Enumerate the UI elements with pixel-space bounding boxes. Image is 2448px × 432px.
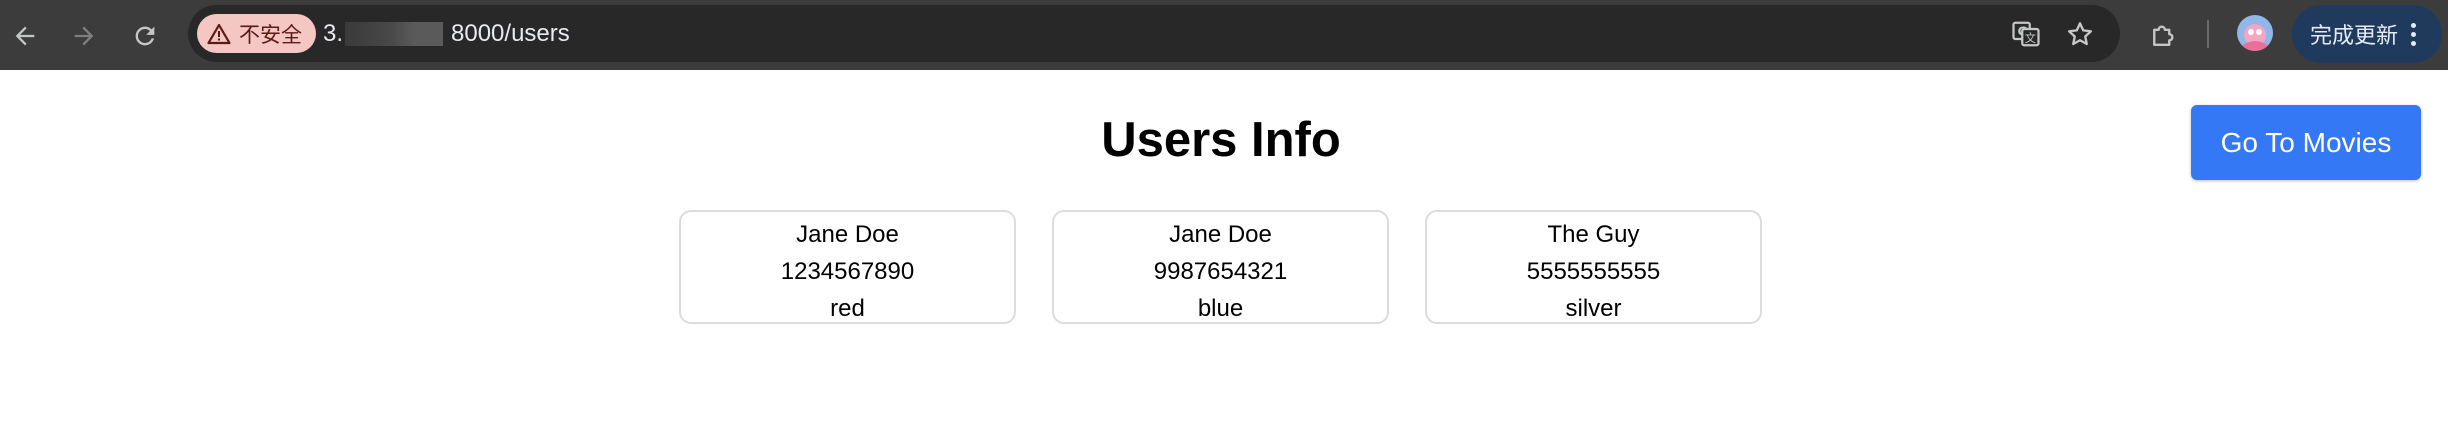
reload-button[interactable] <box>122 13 168 59</box>
user-cards: Jane Doe 1234567890 red Jane Doe 9987654… <box>679 210 1762 324</box>
user-color: red <box>830 295 865 322</box>
reload-icon <box>135 26 155 46</box>
user-phone: 5555555555 <box>1526 258 1661 285</box>
extensions-button[interactable] <box>2140 13 2186 59</box>
forward-button[interactable] <box>61 13 107 59</box>
back-button[interactable] <box>2 13 48 59</box>
profile-avatar[interactable] <box>2237 15 2273 51</box>
star-icon <box>2067 22 2093 46</box>
bookmark-button[interactable] <box>2064 18 2096 50</box>
user-color: blue <box>1197 295 1244 322</box>
security-label: 不安全 <box>239 22 302 47</box>
warning-triangle-icon <box>207 23 231 44</box>
translate-button[interactable]: G 文 <box>2010 18 2042 50</box>
url-redacted-block <box>345 22 444 46</box>
go-to-movies-button[interactable]: Go To Movies <box>2191 105 2421 180</box>
user-name: Jane Doe <box>1169 221 1272 248</box>
toolbar-divider <box>2207 20 2209 48</box>
user-phone: 9987654321 <box>1153 258 1288 285</box>
browser-toolbar: 不安全 3. 8000/users G 文 <box>0 0 2448 70</box>
user-name: The Guy <box>1547 221 1640 248</box>
user-name: Jane Doe <box>796 221 899 248</box>
arrow-left-icon <box>15 26 35 46</box>
translate-icon: G 文 <box>2012 21 2040 47</box>
arrow-right-icon <box>74 26 94 46</box>
avatar-image-icon <box>2237 15 2273 51</box>
update-button-label: 完成更新 <box>2310 24 2399 49</box>
svg-text:文: 文 <box>2025 31 2036 45</box>
security-indicator-chip[interactable]: 不安全 <box>197 14 316 53</box>
user-card: Jane Doe 9987654321 blue <box>1052 210 1389 324</box>
user-card: The Guy 5555555555 silver <box>1425 210 1762 324</box>
url-prefix: 3. <box>323 20 344 47</box>
user-phone: 1234567890 <box>780 258 915 285</box>
kebab-menu-icon <box>2408 19 2418 49</box>
url-text: 3. 8000/users <box>323 19 570 49</box>
url-suffix: 8000/users <box>451 20 570 47</box>
page-title: Users Info <box>1101 113 1341 167</box>
user-color: silver <box>1565 295 1622 322</box>
puzzle-icon <box>2153 25 2174 46</box>
address-bar[interactable]: 不安全 3. 8000/users G 文 <box>188 5 2120 62</box>
user-card: Jane Doe 1234567890 red <box>679 210 1016 324</box>
page-content: Users Info Go To Movies Jane Doe 1234567… <box>0 70 2448 432</box>
update-button[interactable]: 完成更新 <box>2292 5 2442 63</box>
